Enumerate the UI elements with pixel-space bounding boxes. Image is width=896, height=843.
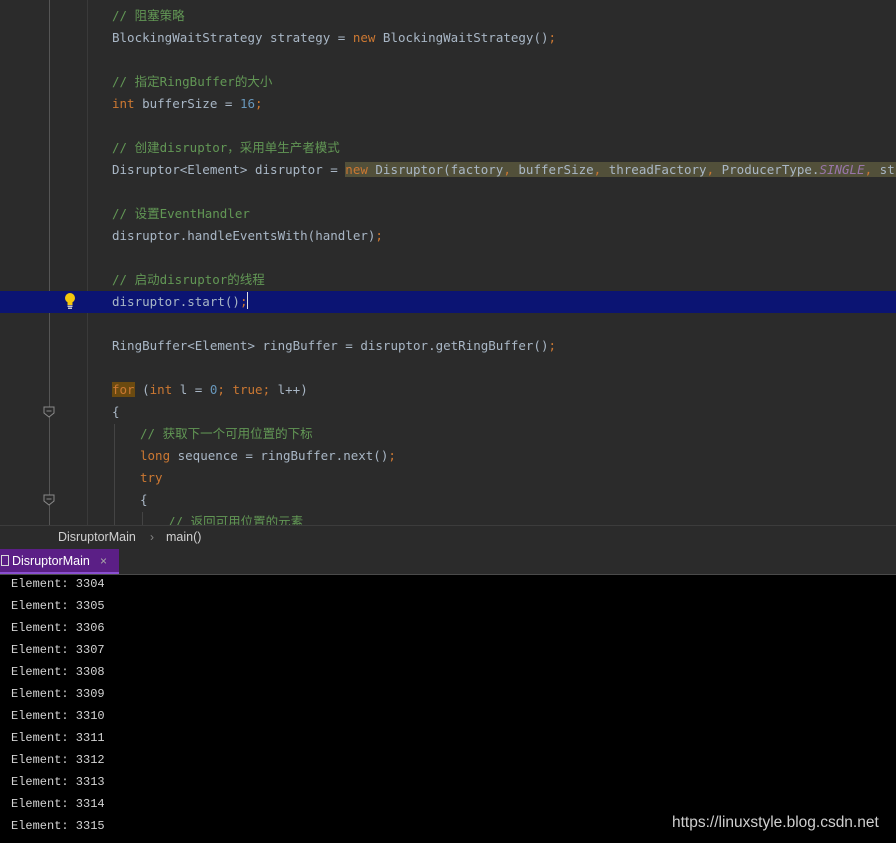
comma: , <box>706 162 715 177</box>
code-text: bufferSize <box>510 162 594 177</box>
indent-guide <box>142 512 143 525</box>
keyword-int: int <box>112 96 135 111</box>
code-line: Disruptor<Element> disruptor = new Disru… <box>112 159 896 181</box>
code-text: Disruptor(factory <box>367 162 504 177</box>
gutter-separator <box>87 0 88 525</box>
semicolon: ; <box>217 382 233 397</box>
semicolon: ; <box>375 228 383 243</box>
code-comment: // 获取下一个可用位置的下标 <box>140 426 313 441</box>
console-line: Element: 3311 <box>11 731 105 745</box>
console-line: Element: 3306 <box>11 621 105 635</box>
code-comment: // 阻塞策略 <box>112 8 185 23</box>
semicolon: ; <box>388 448 396 463</box>
run-tab-bar: DisruptorMain × <box>0 549 896 575</box>
console-line: Element: 3312 <box>11 753 105 767</box>
fold-guide-line <box>49 0 50 525</box>
breadcrumb-method[interactable]: main() <box>166 530 201 544</box>
keyword-for: for <box>112 382 135 397</box>
keyword-int: int <box>149 382 173 397</box>
code-line: RingBuffer<Element> ringBuffer = disrupt… <box>112 335 556 357</box>
code-text: BlockingWaitStrategy strategy = <box>112 30 353 45</box>
static-field: SINGLE <box>819 162 865 177</box>
close-icon[interactable]: × <box>100 554 107 568</box>
tab-label: DisruptorMain <box>12 554 90 568</box>
editor-gutter[interactable] <box>0 0 88 525</box>
console-line: Element: 3314 <box>11 797 105 811</box>
code-text: disruptor.handleEventsWith(handler) <box>112 228 376 243</box>
console-line: Element: 3307 <box>11 643 105 657</box>
code-text: strategy) <box>879 162 896 177</box>
code-line: for (int l = 0; true; l++) <box>112 379 308 401</box>
console-line: Element: 3313 <box>11 775 105 789</box>
text-caret <box>247 292 249 309</box>
semicolon: ; <box>262 382 278 397</box>
breadcrumb-separator: › <box>150 530 154 544</box>
comma: , <box>503 162 511 177</box>
comma: , <box>864 162 873 177</box>
code-text: sequence = ringBuffer.next() <box>170 448 389 463</box>
console-tab-icon <box>1 555 9 566</box>
code-comment: // 创建disruptor，采用单生产者模式 <box>112 140 340 155</box>
fold-icon[interactable] <box>43 406 55 418</box>
code-text: Disruptor<Element> disruptor = <box>112 162 346 177</box>
code-text: l = <box>172 382 210 397</box>
console-line: Element: 3315 <box>11 819 105 833</box>
code-text: RingBuffer<Element> ringBuffer = disrupt… <box>112 338 549 353</box>
fold-icon[interactable] <box>43 494 55 506</box>
code-text: disruptor.start() <box>112 294 240 309</box>
code-text: threadFactory <box>601 162 707 177</box>
keyword-true: true <box>232 382 263 397</box>
console-line: Element: 3304 <box>11 577 105 591</box>
code-line: disruptor.handleEventsWith(handler); <box>112 225 383 247</box>
keyword-long: long <box>140 448 171 463</box>
console-line: Element: 3310 <box>11 709 105 723</box>
semicolon: ; <box>548 30 557 45</box>
code-editor[interactable]: // 阻塞策略 BlockingWaitStrategy strategy = … <box>0 0 896 525</box>
number-literal: 16 <box>239 96 255 111</box>
breadcrumb-class[interactable]: DisruptorMain <box>58 530 136 544</box>
open-brace: { <box>140 492 148 507</box>
indent-guide <box>114 424 115 525</box>
semicolon: ; <box>548 338 557 353</box>
code-comment: // 设置EventHandler <box>112 206 250 221</box>
tab-disruptor-main[interactable]: DisruptorMain × <box>0 549 119 574</box>
code-line: BlockingWaitStrategy strategy = new Bloc… <box>112 27 556 49</box>
code-text: l++) <box>277 382 308 397</box>
console-output[interactable]: Element: 3304 Element: 3305 Element: 330… <box>0 575 896 843</box>
code-comment: // 指定RingBuffer的大小 <box>112 74 273 89</box>
code-comment: // 启动disruptor的线程 <box>112 272 265 287</box>
code-text: ProducerType. <box>714 162 820 177</box>
semicolon: ; <box>239 294 248 309</box>
code-text: ( <box>134 382 150 397</box>
console-line: Element: 3308 <box>11 665 105 679</box>
code-text: bufferSize = <box>134 96 240 111</box>
keyword-new: new <box>352 30 376 45</box>
keyword-new: new <box>345 162 368 177</box>
semicolon: ; <box>255 96 263 111</box>
highlighted-expression[interactable]: new Disruptor(factory, bufferSize, threa… <box>345 162 896 177</box>
open-brace: { <box>112 404 120 419</box>
keyword-try: try <box>140 470 163 485</box>
lightbulb-icon[interactable] <box>63 292 77 310</box>
code-text: BlockingWaitStrategy() <box>375 30 549 45</box>
code-line: long sequence = ringBuffer.next(); <box>140 445 396 467</box>
code-line: int bufferSize = 16; <box>112 93 263 115</box>
code-comment: // 返回可用位置的元素 <box>168 514 304 525</box>
watermark: https://linuxstyle.blog.csdn.net <box>672 814 879 831</box>
console-line: Element: 3309 <box>11 687 105 701</box>
console-line: Element: 3305 <box>11 599 105 613</box>
code-line-current[interactable]: disruptor.start(); <box>112 291 249 313</box>
breadcrumb: DisruptorMain › main() <box>0 525 896 550</box>
